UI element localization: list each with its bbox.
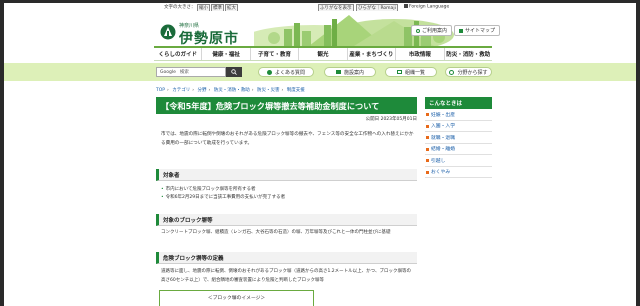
figure-caption: ＜ブロック塀のイメージ＞ <box>207 296 266 301</box>
list-item: 令和6年2月29日までに当該工事費用の支払いが完了する者 <box>161 194 285 200</box>
site-header: 神奈川県 伊勢原市 ご利用案内 サイトマップ <box>4 11 636 46</box>
sidebar-item-moving[interactable]: 引越し <box>425 155 492 167</box>
facility-label: 施設案内 <box>343 69 364 76</box>
building-icon <box>335 70 341 74</box>
find-label: 分野から探す <box>457 69 488 76</box>
find-by-field-button[interactable]: 分野から探す <box>445 67 492 77</box>
breadcrumb-item[interactable]: 制度支援 <box>287 88 305 93</box>
organization-label: 組織一覧 <box>404 69 425 76</box>
search-button[interactable] <box>226 67 242 77</box>
guide-button[interactable]: ご利用案内 <box>411 25 453 36</box>
breadcrumb-item[interactable]: 防災・災害 <box>257 88 280 93</box>
nav-city-info[interactable]: 市政情報 <box>396 48 445 60</box>
publish-date: 公開日 2023年05月01日 <box>365 117 417 122</box>
nav-health-welfare[interactable]: 健康・福祉 <box>202 48 251 60</box>
city-emblem-icon <box>160 24 176 40</box>
list-item: 市内において危険ブロック塀等を所有する者 <box>161 186 256 192</box>
org-icon <box>396 70 402 74</box>
section-heading-eligible: 対象者 <box>156 169 417 181</box>
sidebar-item-marriage[interactable]: 結婚・離婚 <box>425 144 492 155</box>
sidebar-item-pregnancy[interactable]: 妊娠・出産 <box>425 109 492 121</box>
nav-childcare-education[interactable]: 子育て・教育 <box>251 48 300 60</box>
sidebar-title: こんなときは <box>425 97 492 109</box>
sidebar-list: 妊娠・出産 入園・入学 就職・退職 結婚・離婚 引越し おくやみ <box>425 109 492 178</box>
section-heading-definition: 危険ブロック塀等の定義 <box>156 252 417 264</box>
figure-box: ＜ブロック塀のイメージ＞ <box>159 290 314 306</box>
sidebar-item-bereavement[interactable]: おくやみ <box>425 167 492 178</box>
site-logo-title[interactable]: 伊勢原市 <box>179 28 239 46</box>
language-label: Foreign Language <box>409 4 450 10</box>
sidebar-item-school-entry[interactable]: 入園・入学 <box>425 121 492 132</box>
lead-paragraph: 市では、地震の際に転倒や倒壊のおそれがある危険ブロック塀等の撤去や、フェンス等の… <box>161 132 414 146</box>
question-icon <box>266 69 272 75</box>
utility-bar: 文字の大きさ： 縮小 標準 拡大 ふりがなを表示 ひらがな｜Romaji For… <box>4 3 636 12</box>
sitemap-icon <box>459 28 463 33</box>
page-title: 【令和5年度】危険ブロック塀等撤去等補助金制度について <box>156 97 417 114</box>
breadcrumb: TOP › カテゴリ › 分野 › 防災・消防・救助 › 防災・災害 › 制度支援 <box>156 88 305 93</box>
language-link[interactable]: Foreign Language <box>404 4 449 10</box>
target-icon <box>449 69 455 75</box>
sitemap-label: サイトマップ <box>465 28 496 34</box>
search-input[interactable]: Google 検索 <box>156 67 226 77</box>
faq-label: よくある質問 <box>274 69 305 76</box>
nav-industry-town[interactable]: 産業・まちづくり <box>348 48 397 60</box>
info-icon <box>416 28 420 33</box>
globe-icon <box>404 4 408 8</box>
guide-label: ご利用案内 <box>422 28 448 34</box>
organization-button[interactable]: 組織一覧 <box>385 67 437 77</box>
google-label: Google <box>160 69 176 75</box>
nav-disaster-prevention[interactable]: 防災・消防・救助 <box>445 48 492 60</box>
facility-button[interactable]: 施設案内 <box>324 67 376 77</box>
nav-tourism[interactable]: 観光 <box>299 48 348 60</box>
search-icon <box>231 69 237 75</box>
breadcrumb-item[interactable]: カテゴリ <box>172 88 190 93</box>
global-navigation: くらしのガイド 健康・福祉 子育て・教育 観光 産業・まちづくり 市政情報 防災… <box>154 46 492 61</box>
faq-button[interactable]: よくある質問 <box>258 67 314 77</box>
sidebar-item-employment[interactable]: 就職・退職 <box>425 132 492 144</box>
font-size-label: 文字の大きさ： <box>164 5 196 10</box>
nav-living-guide[interactable]: くらしのガイド <box>154 48 203 60</box>
search-band <box>4 63 636 81</box>
sitemap-button[interactable]: サイトマップ <box>454 25 501 36</box>
definition-text: 道路等に面し、地震の際に転倒、倒壊のおそれがあるブロック塀（道路からの高さ1.2… <box>161 269 411 283</box>
breadcrumb-item[interactable]: 防災・消防・救助 <box>214 88 250 93</box>
breadcrumb-item[interactable]: TOP <box>156 88 165 93</box>
breadcrumb-item[interactable]: 分野 <box>198 88 207 93</box>
browser-viewport: 文字の大きさ： 縮小 標準 拡大 ふりがなを表示 ひらがな｜Romaji For… <box>4 3 636 306</box>
target-walls-text: コンクリートブロック塀、組積造（レンガ石、大谷石等の石造）の塀、万年塀等及びこれ… <box>161 230 391 235</box>
section-heading-target-walls: 対象のブロック塀等 <box>156 214 417 226</box>
search-placeholder: 検索 <box>179 70 189 75</box>
